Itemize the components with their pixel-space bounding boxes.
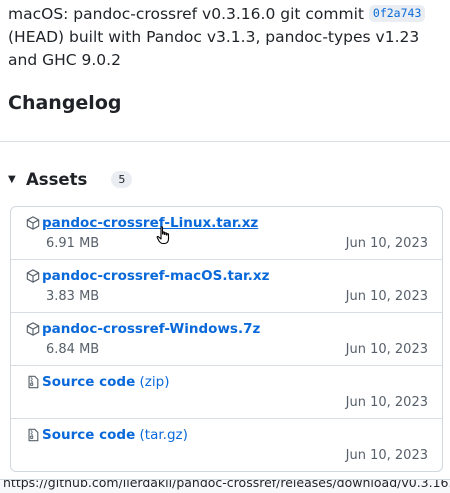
asset-name: pandoc-crossref-Windows.7z — [42, 321, 261, 337]
asset-row: pandoc-crossref-Linux.tar.xz 6.91 MB Jun… — [11, 207, 442, 259]
asset-link[interactable]: pandoc-crossref-Linux.tar.xz — [42, 215, 258, 231]
status-bar: https://github.com/lierdakil/pandoc-cros… — [0, 479, 450, 493]
asset-name: pandoc-crossref-macOS.tar.xz — [42, 268, 270, 284]
asset-size: 6.84 MB — [46, 342, 100, 357]
asset-size: 3.83 MB — [46, 289, 100, 304]
asset-link[interactable]: Source code (tar.gz) — [42, 427, 188, 443]
assets-count-badge: 5 — [111, 170, 133, 188]
asset-link[interactable]: Source code (zip) — [42, 374, 169, 390]
asset-suffix: (zip) — [135, 374, 170, 390]
asset-name: pandoc-crossref-Linux.tar.xz — [42, 215, 259, 231]
changelog-heading: Changelog — [8, 92, 122, 114]
asset-date: Jun 10, 2023 — [345, 289, 428, 304]
file-zip-icon — [26, 374, 40, 390]
release-text-before: macOS: pandoc-crossref v0.3.16.0 git com… — [8, 5, 369, 23]
asset-row: Source code (zip) Jun 10, 2023 — [11, 365, 442, 418]
asset-size: 6.91 MB — [46, 236, 100, 251]
release-text-after: (HEAD) built with Pandoc v3.1.3, pandoc-… — [8, 28, 420, 69]
status-bar-url: https://github.com/lierdakil/pandoc-cros… — [3, 479, 450, 490]
commit-hash-link[interactable]: 0f2a743 — [368, 5, 426, 22]
asset-date: Jun 10, 2023 — [345, 395, 428, 410]
package-icon — [26, 268, 40, 284]
package-icon — [26, 215, 40, 231]
asset-link[interactable]: pandoc-crossref-macOS.tar.xz — [42, 268, 269, 284]
assets-list: pandoc-crossref-Linux.tar.xz 6.91 MB Jun… — [10, 206, 443, 472]
asset-suffix: (tar.gz) — [135, 427, 188, 443]
caret-down-icon: ▼ — [8, 173, 16, 185]
asset-date: Jun 10, 2023 — [345, 448, 428, 463]
section-divider — [0, 141, 450, 142]
hand-pointer-cursor-icon — [156, 226, 172, 246]
asset-row: pandoc-crossref-Windows.7z 6.84 MB Jun 1… — [11, 312, 442, 365]
release-description: macOS: pandoc-crossref v0.3.16.0 git com… — [8, 3, 433, 72]
asset-row: Source code (tar.gz) Jun 10, 2023 — [11, 418, 442, 471]
asset-date: Jun 10, 2023 — [345, 236, 428, 251]
asset-name: Source code — [42, 427, 136, 443]
asset-row: pandoc-crossref-macOS.tar.xz 3.83 MB Jun… — [11, 259, 442, 312]
assets-title: Assets — [26, 169, 88, 189]
file-zip-icon — [26, 427, 40, 443]
asset-name: Source code — [42, 374, 136, 390]
asset-link[interactable]: pandoc-crossref-Windows.7z — [42, 321, 260, 337]
assets-toggle[interactable]: ▼ Assets 5 — [8, 165, 133, 193]
asset-date: Jun 10, 2023 — [345, 342, 428, 357]
package-icon — [26, 321, 40, 337]
